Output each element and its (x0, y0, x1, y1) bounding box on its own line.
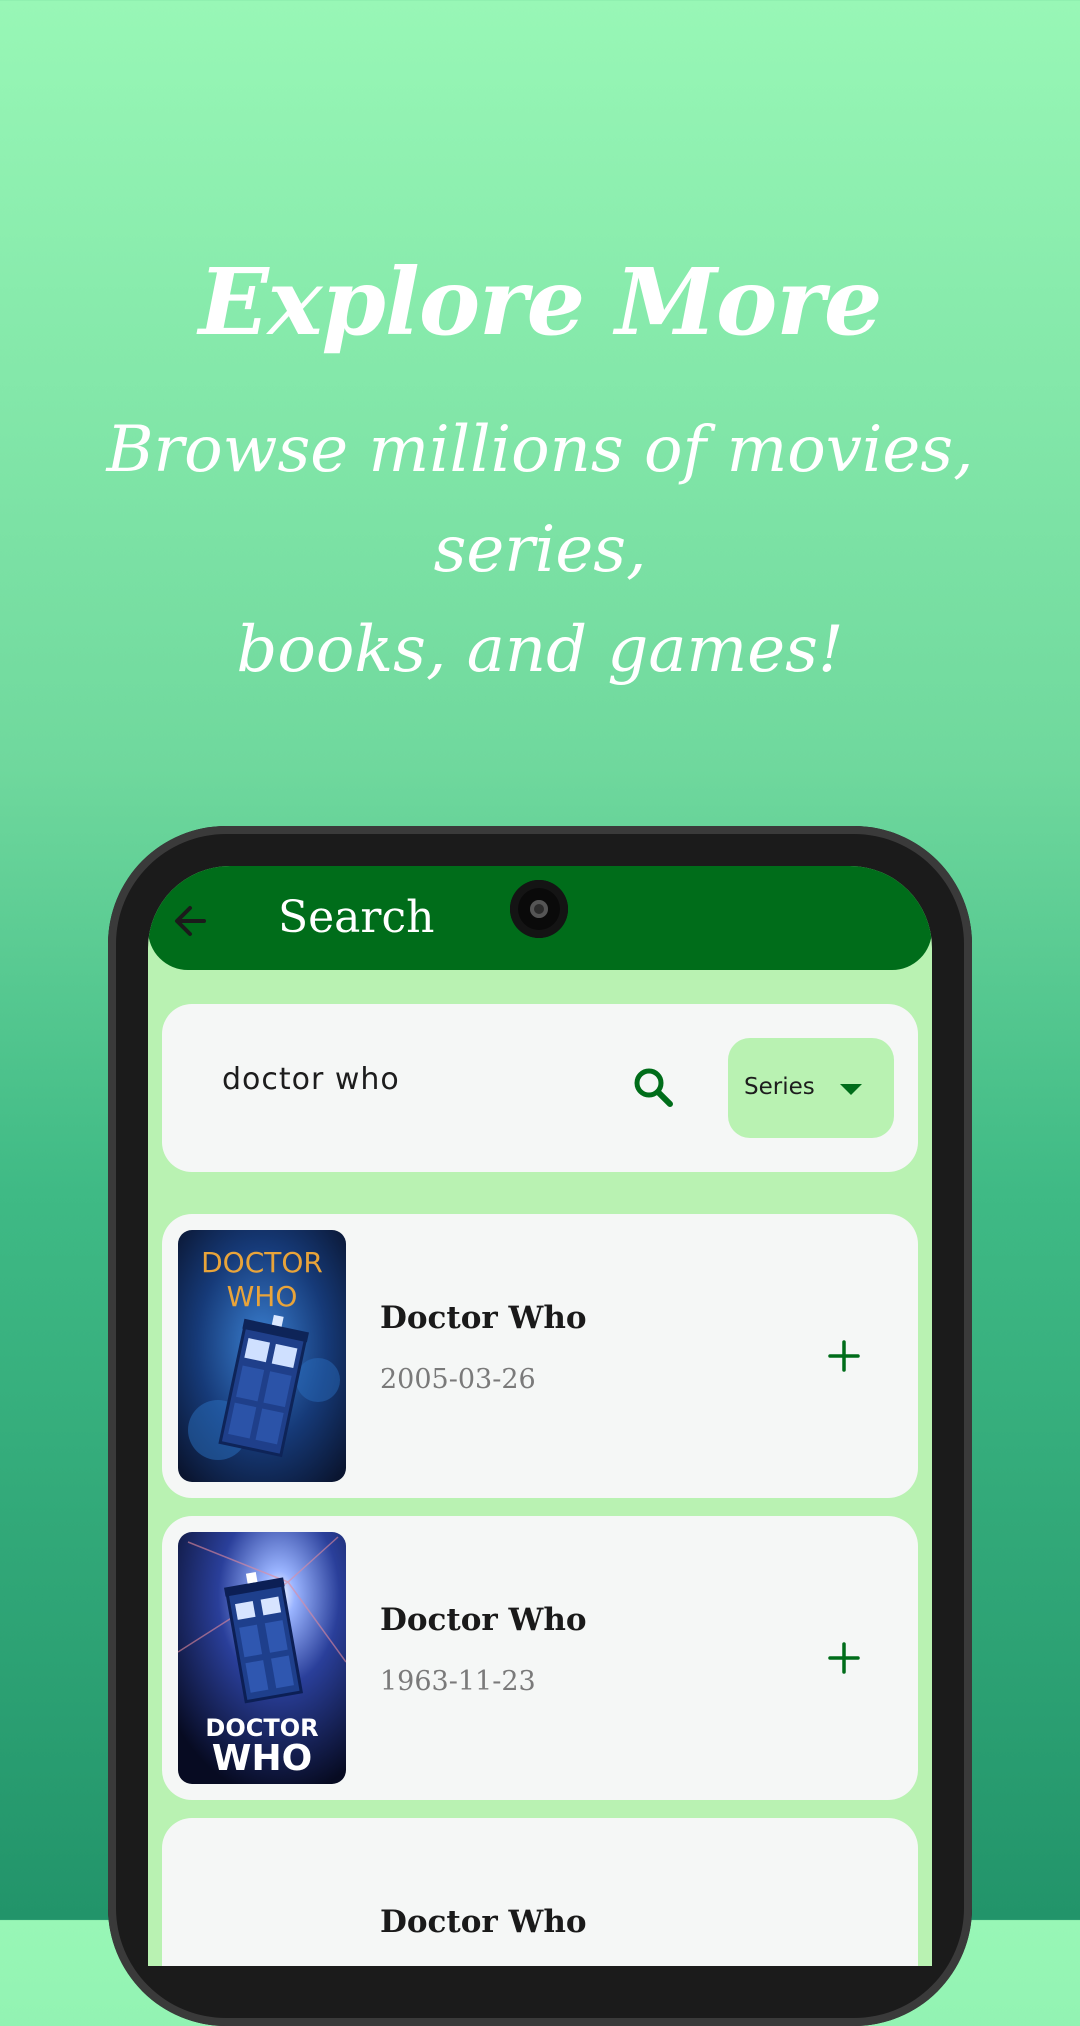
result-card[interactable]: Doctor Who (162, 1818, 918, 1966)
result-date: 2005-03-26 (380, 1364, 536, 1395)
app-bar: Search (148, 866, 932, 970)
caret-down-icon (840, 1084, 862, 1095)
poster-image: DOCTOR WHO (178, 1532, 346, 1784)
result-card[interactable]: DOCTOR WHO Doctor Who 1963-11-23 (162, 1516, 918, 1800)
front-camera (510, 880, 568, 938)
poster-text-who: WHO (227, 1280, 298, 1313)
add-icon[interactable] (826, 1640, 862, 1676)
result-date: 1963-11-23 (380, 1666, 536, 1697)
type-dropdown-value: Series (744, 1074, 815, 1100)
result-title: Doctor Who (380, 1300, 587, 1336)
type-dropdown[interactable]: Series (728, 1038, 894, 1138)
promo-subtitle-line-2: books, and games! (236, 613, 844, 687)
promo-title: Explore More (198, 248, 883, 356)
arrow-left-icon[interactable] (166, 896, 216, 946)
poster-text-who: WHO (212, 1738, 312, 1779)
result-card[interactable]: DOCTOR WHO Doctor Who 2005-03-26 (162, 1214, 918, 1498)
app-screen: Search doctor who Series DOCTOR WHO Doct… (148, 866, 932, 1966)
search-input[interactable]: doctor who (222, 1062, 400, 1097)
promo-subtitle: Browse millions of movies, series, books… (40, 400, 1040, 700)
poster-image: DOCTOR WHO (178, 1230, 346, 1482)
result-title: Doctor Who (380, 1904, 587, 1940)
page-title: Search (278, 892, 435, 943)
add-icon[interactable] (826, 1338, 862, 1374)
promo-subtitle-line-1: Browse millions of movies, series, (106, 413, 974, 587)
poster-text-doctor: DOCTOR (201, 1246, 323, 1279)
search-icon[interactable] (630, 1064, 678, 1112)
search-card: doctor who Series (162, 1004, 918, 1172)
result-title: Doctor Who (380, 1602, 587, 1638)
